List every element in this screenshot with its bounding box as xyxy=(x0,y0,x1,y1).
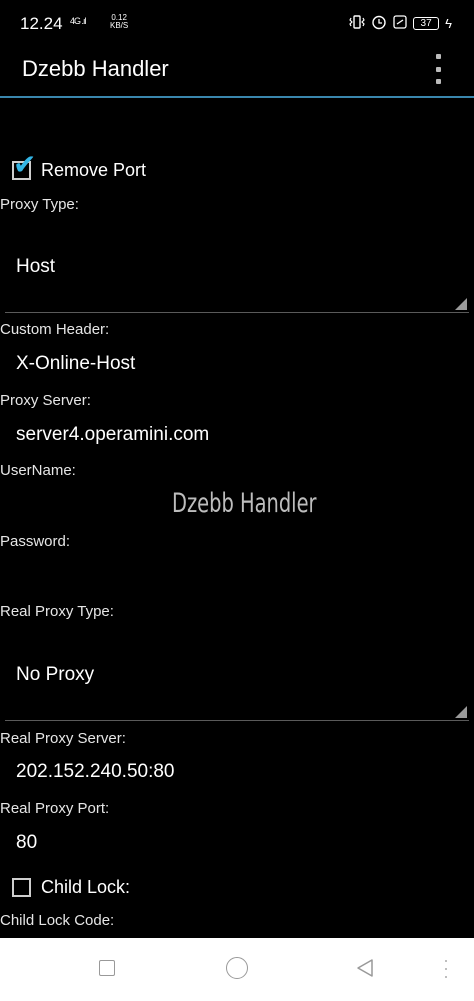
status-icons: 37 ϟ xyxy=(349,14,452,33)
watermark-text: Dzebb Handler xyxy=(172,488,317,519)
network-speed: 0.12 KB/S xyxy=(110,14,128,30)
vibrate-icon xyxy=(349,15,365,32)
proxy-type-underline xyxy=(5,312,469,313)
custom-header-label: Custom Header: xyxy=(0,321,110,338)
battery-icon: 37 xyxy=(413,17,440,30)
recents-button[interactable] xyxy=(99,960,115,976)
proxy-type-spinner[interactable]: Host xyxy=(0,230,474,314)
custom-header-input[interactable]: X-Online-Host xyxy=(16,353,135,375)
real-proxy-server-label: Real Proxy Server: xyxy=(0,730,126,747)
back-button[interactable] xyxy=(355,958,375,978)
username-label: UserName: xyxy=(0,462,76,479)
real-proxy-port-label: Real Proxy Port: xyxy=(0,800,110,817)
home-button[interactable] xyxy=(226,957,248,979)
status-bar: 12.24 4G .ıl 0.12 KB/S 37 ϟ xyxy=(0,0,474,44)
dropdown-icon xyxy=(455,706,467,718)
back-triangle-icon xyxy=(357,959,373,977)
charging-icon: ϟ xyxy=(445,16,452,31)
overflow-menu-icon[interactable] xyxy=(432,54,444,84)
wifi-off-icon xyxy=(393,15,407,32)
battery-level: 37 xyxy=(420,18,432,29)
nav-menu-icon[interactable] xyxy=(444,960,448,978)
child-lock-checkbox[interactable] xyxy=(12,878,31,897)
remove-port-row[interactable]: ✔ Remove Port xyxy=(0,151,147,181)
real-proxy-type-underline xyxy=(5,720,469,721)
signal-icon: 4G .ıl xyxy=(70,16,86,26)
proxy-server-label: Proxy Server: xyxy=(0,392,91,409)
status-time: 12.24 xyxy=(20,14,63,33)
child-lock-label: Child Lock: xyxy=(41,877,131,897)
proxy-type-label: Proxy Type: xyxy=(0,196,79,213)
remove-port-checkbox[interactable]: ✔ xyxy=(12,151,36,180)
real-proxy-server-input[interactable]: 202.152.240.50:80 xyxy=(16,761,175,783)
child-lock-row[interactable]: Child Lock: xyxy=(0,877,130,898)
proxy-server-input[interactable]: server4.operamini.com xyxy=(16,424,209,446)
real-proxy-type-value: No Proxy xyxy=(16,664,95,685)
real-proxy-type-spinner[interactable]: No Proxy xyxy=(0,638,474,722)
app-title: Dzebb Handler xyxy=(22,56,169,81)
real-proxy-type-label: Real Proxy Type: xyxy=(0,603,114,620)
proxy-type-value: Host xyxy=(16,256,56,277)
navigation-bar xyxy=(0,938,474,1001)
real-proxy-port-input[interactable]: 80 xyxy=(16,832,37,854)
password-label: Password: xyxy=(0,533,71,550)
remove-port-label: Remove Port xyxy=(41,160,147,180)
app-screen: 12.24 4G .ıl 0.12 KB/S 37 ϟ Dzebb Handle… xyxy=(0,0,474,1001)
checkmark-icon: ✔ xyxy=(13,149,37,180)
dropdown-icon xyxy=(455,298,467,310)
child-lock-code-label: Child Lock Code: xyxy=(0,912,115,929)
network-speed-unit: KB/S xyxy=(110,21,129,30)
alarm-icon xyxy=(371,14,387,33)
app-bar: Dzebb Handler xyxy=(0,44,474,96)
app-bar-divider xyxy=(0,96,474,98)
